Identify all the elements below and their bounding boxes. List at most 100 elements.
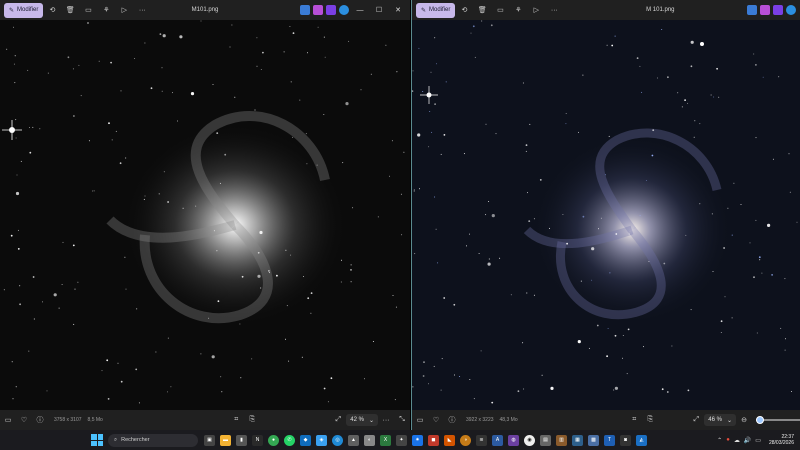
info-icon[interactable]: ⓘ	[444, 410, 460, 430]
app-icon[interactable]: ◉	[524, 434, 535, 446]
fit-window-icon[interactable]: ⤢	[330, 410, 346, 430]
app-icon[interactable]: ▦	[572, 434, 583, 446]
fit-window-icon[interactable]: ⤢	[688, 410, 704, 430]
app-icon[interactable]: ▩	[588, 434, 599, 446]
app-icon[interactable]: N	[252, 434, 263, 446]
app-icon[interactable]: A	[492, 434, 503, 446]
trash-icon[interactable]: 🗑	[61, 0, 79, 20]
task-view-icon[interactable]: ▣	[204, 434, 215, 446]
edit-button[interactable]: ✎ Modifier	[416, 2, 456, 18]
chrome-icon[interactable]: ●	[268, 434, 279, 446]
more-icon[interactable]: ···	[133, 0, 151, 20]
star	[62, 241, 64, 243]
star	[529, 123, 531, 125]
app-icon[interactable]: ◙	[620, 434, 631, 446]
star	[259, 230, 263, 235]
zoom-out-icon[interactable]: ⊖	[736, 410, 752, 430]
edit-button[interactable]: ✎ Modifier	[4, 2, 44, 18]
maximize-icon[interactable]: ☐	[371, 6, 387, 14]
minimize-icon[interactable]: —	[352, 7, 368, 14]
star	[755, 137, 757, 139]
onedrive-icon[interactable]	[339, 5, 349, 15]
crop-icon[interactable]: ⌗	[626, 410, 642, 430]
app-icon-3[interactable]	[773, 5, 783, 15]
chevron-down-icon: ⌄	[368, 417, 374, 424]
star	[15, 386, 17, 388]
app-icon[interactable]: ▮	[236, 434, 247, 446]
compare-icon[interactable]: ⎘	[642, 410, 658, 430]
app-icon-1[interactable]	[747, 5, 757, 15]
filters-icon[interactable]: ⚘	[97, 0, 115, 20]
film-strip-icon[interactable]: ▭	[0, 410, 16, 430]
app-icon-2[interactable]	[313, 5, 323, 15]
file-explorer-icon[interactable]: ▬	[220, 434, 231, 446]
whatsapp-icon[interactable]: ✆	[284, 434, 295, 446]
app-tray-icon[interactable]: ●	[726, 437, 730, 443]
app-icon[interactable]: ◐	[364, 434, 375, 446]
battery-icon[interactable]: ▭	[755, 437, 761, 444]
image-viewer[interactable]	[412, 20, 800, 410]
app-icon-2[interactable]	[760, 5, 770, 15]
star	[350, 281, 352, 283]
more-icon[interactable]: ···	[545, 0, 563, 20]
heart-icon[interactable]: ♡	[428, 410, 444, 430]
edit-tool-icon[interactable]: ▭	[79, 0, 97, 20]
star	[443, 134, 446, 136]
star	[364, 378, 365, 380]
star	[306, 163, 308, 165]
app-icon[interactable]: ≋	[476, 434, 487, 446]
app-icon[interactable]: ▲	[348, 434, 359, 446]
star	[428, 146, 430, 148]
heart-icon[interactable]: ♡	[16, 410, 32, 430]
film-strip-icon[interactable]: ▭	[412, 410, 428, 430]
photos-icon[interactable]: ◭	[636, 434, 647, 446]
clock[interactable]: 22:37 28/03/2026	[769, 434, 794, 446]
safari-icon[interactable]: ◎	[332, 434, 343, 446]
compare-icon[interactable]: ⎘	[244, 410, 260, 430]
chevron-up-icon[interactable]: ⌃	[717, 437, 722, 444]
star	[73, 323, 75, 325]
app-icon-3[interactable]	[326, 5, 336, 15]
app-icon[interactable]: ✷	[412, 434, 423, 446]
rotate-icon[interactable]: ⟲	[43, 0, 61, 20]
app-icon-1[interactable]	[300, 5, 310, 15]
fullscreen-icon[interactable]: ⤡	[394, 410, 410, 430]
slideshow-icon[interactable]: ▷	[527, 0, 545, 20]
zoom-dropdown[interactable]: 42 % ⌄	[346, 414, 378, 426]
zoom-slider[interactable]	[756, 416, 800, 424]
star	[360, 89, 362, 91]
app-icon[interactable]: ◼	[428, 434, 439, 446]
network-icon[interactable]: ☁	[734, 437, 740, 444]
edit-tool-icon[interactable]: ▭	[491, 0, 509, 20]
zoom-dropdown[interactable]: 46 % ⌄	[704, 414, 736, 426]
app-icon[interactable]: ▥	[556, 434, 567, 446]
more-icon[interactable]: ···	[378, 410, 394, 430]
volume-icon[interactable]: 🔊	[744, 437, 751, 444]
zoom-slider-thumb[interactable]	[756, 416, 765, 424]
app-icon[interactable]: ✦	[396, 434, 407, 446]
onedrive-icon[interactable]	[786, 5, 796, 15]
star	[163, 171, 165, 173]
excel-icon[interactable]: X	[380, 434, 391, 446]
app-icon[interactable]: ◍	[508, 434, 519, 446]
filters-icon[interactable]: ⚘	[509, 0, 527, 20]
rotate-icon[interactable]: ⟲	[455, 0, 473, 20]
image-viewer[interactable]	[0, 20, 410, 410]
star	[212, 84, 214, 85]
app-icon[interactable]: ◣	[444, 434, 455, 446]
app-icon[interactable]: ▤	[540, 434, 551, 446]
app-icon[interactable]: ◑	[460, 434, 471, 446]
app-icon[interactable]: T	[604, 434, 615, 446]
info-icon[interactable]: ⓘ	[32, 410, 48, 430]
trash-icon[interactable]: 🗑	[473, 0, 491, 20]
star	[463, 153, 465, 155]
star	[753, 53, 755, 55]
app-icon[interactable]: ◆	[300, 434, 311, 446]
windows-start-icon[interactable]	[91, 434, 103, 446]
slideshow-icon[interactable]: ▷	[115, 0, 133, 20]
crop-icon[interactable]: ⌗	[228, 410, 244, 430]
close-icon[interactable]: ✕	[390, 6, 406, 14]
taskbar-search[interactable]: ⌕ Rechercher	[108, 433, 198, 447]
app-icon[interactable]: ◈	[316, 434, 327, 446]
star	[74, 288, 76, 290]
